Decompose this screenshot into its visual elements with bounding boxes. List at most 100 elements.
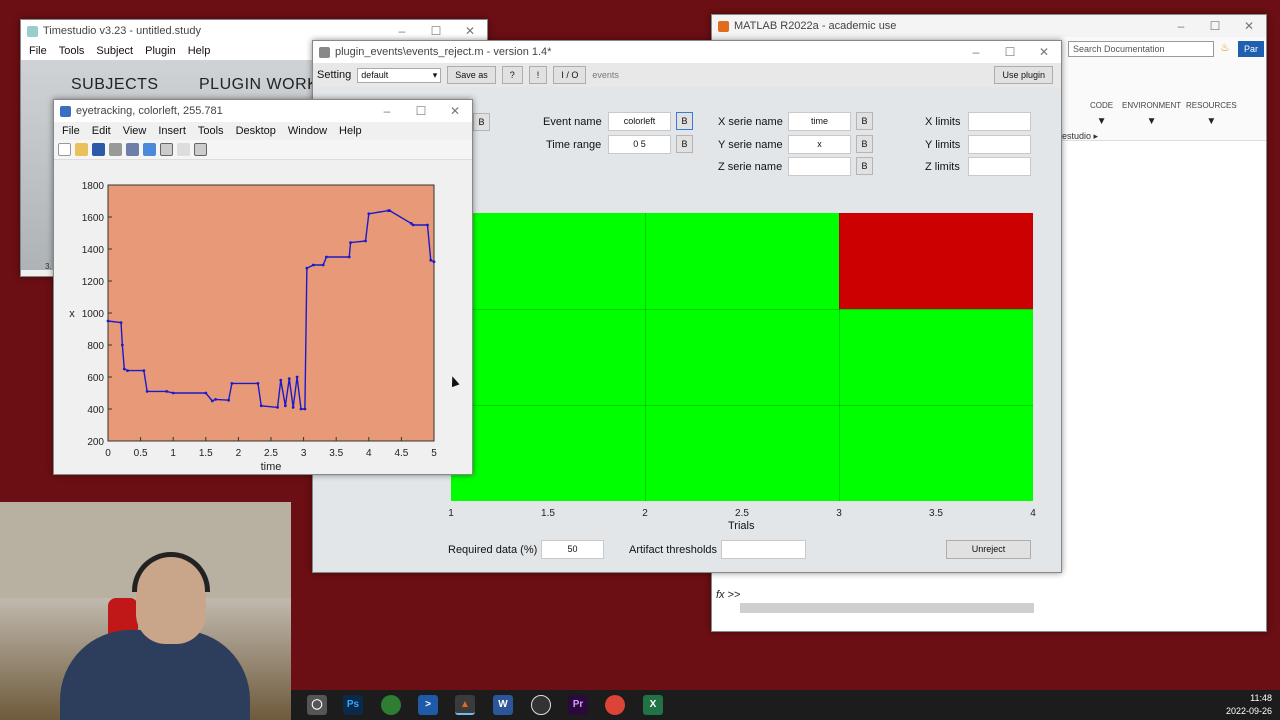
y-tick-label: 1200 — [82, 277, 105, 288]
minimize-icon[interactable]: – — [385, 20, 419, 42]
user-account-button[interactable]: Par — [1238, 41, 1264, 57]
close-icon[interactable]: ✕ — [438, 100, 472, 122]
help-question-button[interactable]: ? — [501, 66, 523, 84]
menu-subject[interactable]: Subject — [96, 45, 133, 57]
y-serie-input[interactable]: x — [788, 135, 851, 154]
time-range-b-button[interactable]: B — [676, 135, 693, 153]
notification-bell-icon[interactable]: ♨ — [1220, 41, 1230, 54]
colorbar-icon[interactable] — [143, 143, 156, 156]
minimize-icon[interactable]: – — [370, 100, 404, 122]
close-icon[interactable]: ✕ — [453, 20, 487, 42]
menu-plugin[interactable]: Plugin — [145, 45, 176, 57]
grid-x-tick-label: 3.5 — [929, 508, 943, 519]
earth-icon[interactable] — [381, 695, 401, 715]
fig-menu-desktop[interactable]: Desktop — [236, 125, 276, 137]
grid-x-tick-label: 1.5 — [541, 508, 555, 519]
time-range-input[interactable]: 0 5 — [608, 135, 671, 154]
clock[interactable]: 11:48 2022-09-26 — [1226, 692, 1272, 718]
chrome-icon[interactable] — [605, 695, 625, 715]
eyetracking-plot[interactable]: 0 0.5 1 1.5 2 2.5 3 3.5 4 4.5 5 200 400 600 800 1000 120… — [54, 164, 473, 475]
prompt-text: >> — [727, 589, 741, 601]
fig-menu-file[interactable]: File — [62, 125, 80, 137]
required-data-input[interactable]: 50 — [541, 540, 604, 559]
data-point — [291, 406, 295, 409]
unreject-button[interactable]: Unreject — [946, 540, 1031, 559]
fig-menu-help[interactable]: Help — [339, 125, 362, 137]
section-resources[interactable]: RESOURCES ▼ — [1186, 101, 1237, 127]
obs-icon[interactable] — [531, 695, 551, 715]
figure-titlebar[interactable]: eyetracking, colorleft, 255.781 – ☐ ✕ — [54, 100, 472, 122]
z-serie-b-button[interactable]: B — [856, 157, 873, 175]
photoshop-icon[interactable]: Ps — [343, 695, 363, 715]
help-exclamation-button[interactable]: ! — [528, 66, 548, 84]
rejected-cell[interactable] — [839, 213, 1033, 309]
section-environment[interactable]: ENVIRONMENT ▼ — [1122, 101, 1181, 127]
webcam-person-body — [60, 630, 250, 720]
event-name-input[interactable]: colorleft — [608, 112, 671, 131]
x-limits-input[interactable] — [968, 112, 1031, 131]
fig-menu-edit[interactable]: Edit — [92, 125, 111, 137]
matlab-icon[interactable]: ▲ — [455, 695, 475, 715]
close-icon[interactable]: ✕ — [1232, 15, 1266, 37]
maximize-icon[interactable]: ☐ — [419, 20, 453, 42]
print-icon[interactable] — [109, 143, 122, 156]
menu-tools[interactable]: Tools — [59, 45, 85, 57]
y-limits-input[interactable] — [968, 135, 1031, 154]
unity-icon[interactable]: ◯ — [307, 695, 327, 715]
plugin-title: plugin_events\events_reject.m - version … — [335, 46, 552, 58]
new-figure-icon[interactable] — [58, 143, 71, 156]
legend-icon[interactable] — [160, 143, 173, 156]
subjects-heading[interactable]: SUBJECTS — [71, 76, 159, 94]
z-serie-input[interactable] — [788, 157, 851, 176]
property-inspector-icon[interactable] — [194, 143, 207, 156]
fig-menu-view[interactable]: View — [123, 125, 147, 137]
minimize-icon[interactable]: – — [959, 41, 993, 63]
artifact-thresholds-input[interactable] — [721, 540, 806, 559]
premiere-icon[interactable]: Pr — [568, 695, 588, 715]
chevron-down-icon: ▼ — [1146, 116, 1157, 127]
fig-menu-insert[interactable]: Insert — [158, 125, 186, 137]
save-icon[interactable] — [92, 143, 105, 156]
x-serie-b-button[interactable]: B — [856, 112, 873, 130]
powershell-icon[interactable]: > — [418, 695, 438, 715]
io-button[interactable]: I / O — [553, 66, 587, 84]
setting-select[interactable]: default ▾ — [357, 67, 442, 83]
plugin-work-heading[interactable]: PLUGIN WORK — [199, 76, 318, 94]
section-code[interactable]: CODE ▼ — [1090, 101, 1113, 127]
grid-x-tick-label: 2.5 — [735, 508, 749, 519]
minimize-icon[interactable]: – — [1164, 15, 1198, 37]
matlab-titlebar[interactable]: MATLAB R2022a - academic use – ☐ ✕ — [712, 15, 1266, 37]
excel-icon[interactable]: X — [643, 695, 663, 715]
current-folder-path[interactable]: estudio ▸ — [1062, 131, 1098, 142]
maximize-icon[interactable]: ☐ — [993, 41, 1027, 63]
timestudio-titlebar[interactable]: Timestudio v3.23 - untitled.study – ☐ ✕ — [21, 20, 487, 42]
section-resources-label: RESOURCES — [1186, 101, 1237, 110]
link-plot-icon[interactable] — [126, 143, 139, 156]
use-plugin-button[interactable]: Use plugin — [994, 66, 1053, 84]
save-as-button[interactable]: Save as — [447, 66, 496, 84]
x-serie-input[interactable]: time — [788, 112, 851, 131]
grid-line — [451, 309, 1033, 310]
open-folder-icon[interactable] — [75, 143, 88, 156]
extra-b-button[interactable]: B — [473, 113, 490, 131]
data-point — [295, 375, 299, 379]
fig-menu-window[interactable]: Window — [288, 125, 327, 137]
menu-file[interactable]: File — [29, 45, 47, 57]
y-serie-b-button[interactable]: B — [856, 135, 873, 153]
trial-reject-grid[interactable] — [451, 213, 1033, 501]
data-point — [299, 407, 303, 411]
command-window-prompt[interactable]: fx >> — [716, 589, 740, 601]
fig-menu-tools[interactable]: Tools — [198, 125, 224, 137]
menu-help[interactable]: Help — [188, 45, 211, 57]
event-name-b-button[interactable]: B — [676, 112, 693, 130]
close-icon[interactable]: ✕ — [1027, 41, 1061, 63]
word-icon[interactable]: W — [493, 695, 513, 715]
plugin-titlebar[interactable]: plugin_events\events_reject.m - version … — [313, 41, 1061, 63]
maximize-icon[interactable]: ☐ — [1198, 15, 1232, 37]
horizontal-scrollbar[interactable] — [740, 603, 1034, 613]
maximize-icon[interactable]: ☐ — [404, 100, 438, 122]
pointer-icon[interactable] — [177, 143, 190, 156]
search-documentation-input[interactable]: Search Documentation — [1068, 41, 1214, 57]
z-limits-input[interactable] — [968, 157, 1031, 176]
y-tick-label: 200 — [87, 437, 104, 448]
